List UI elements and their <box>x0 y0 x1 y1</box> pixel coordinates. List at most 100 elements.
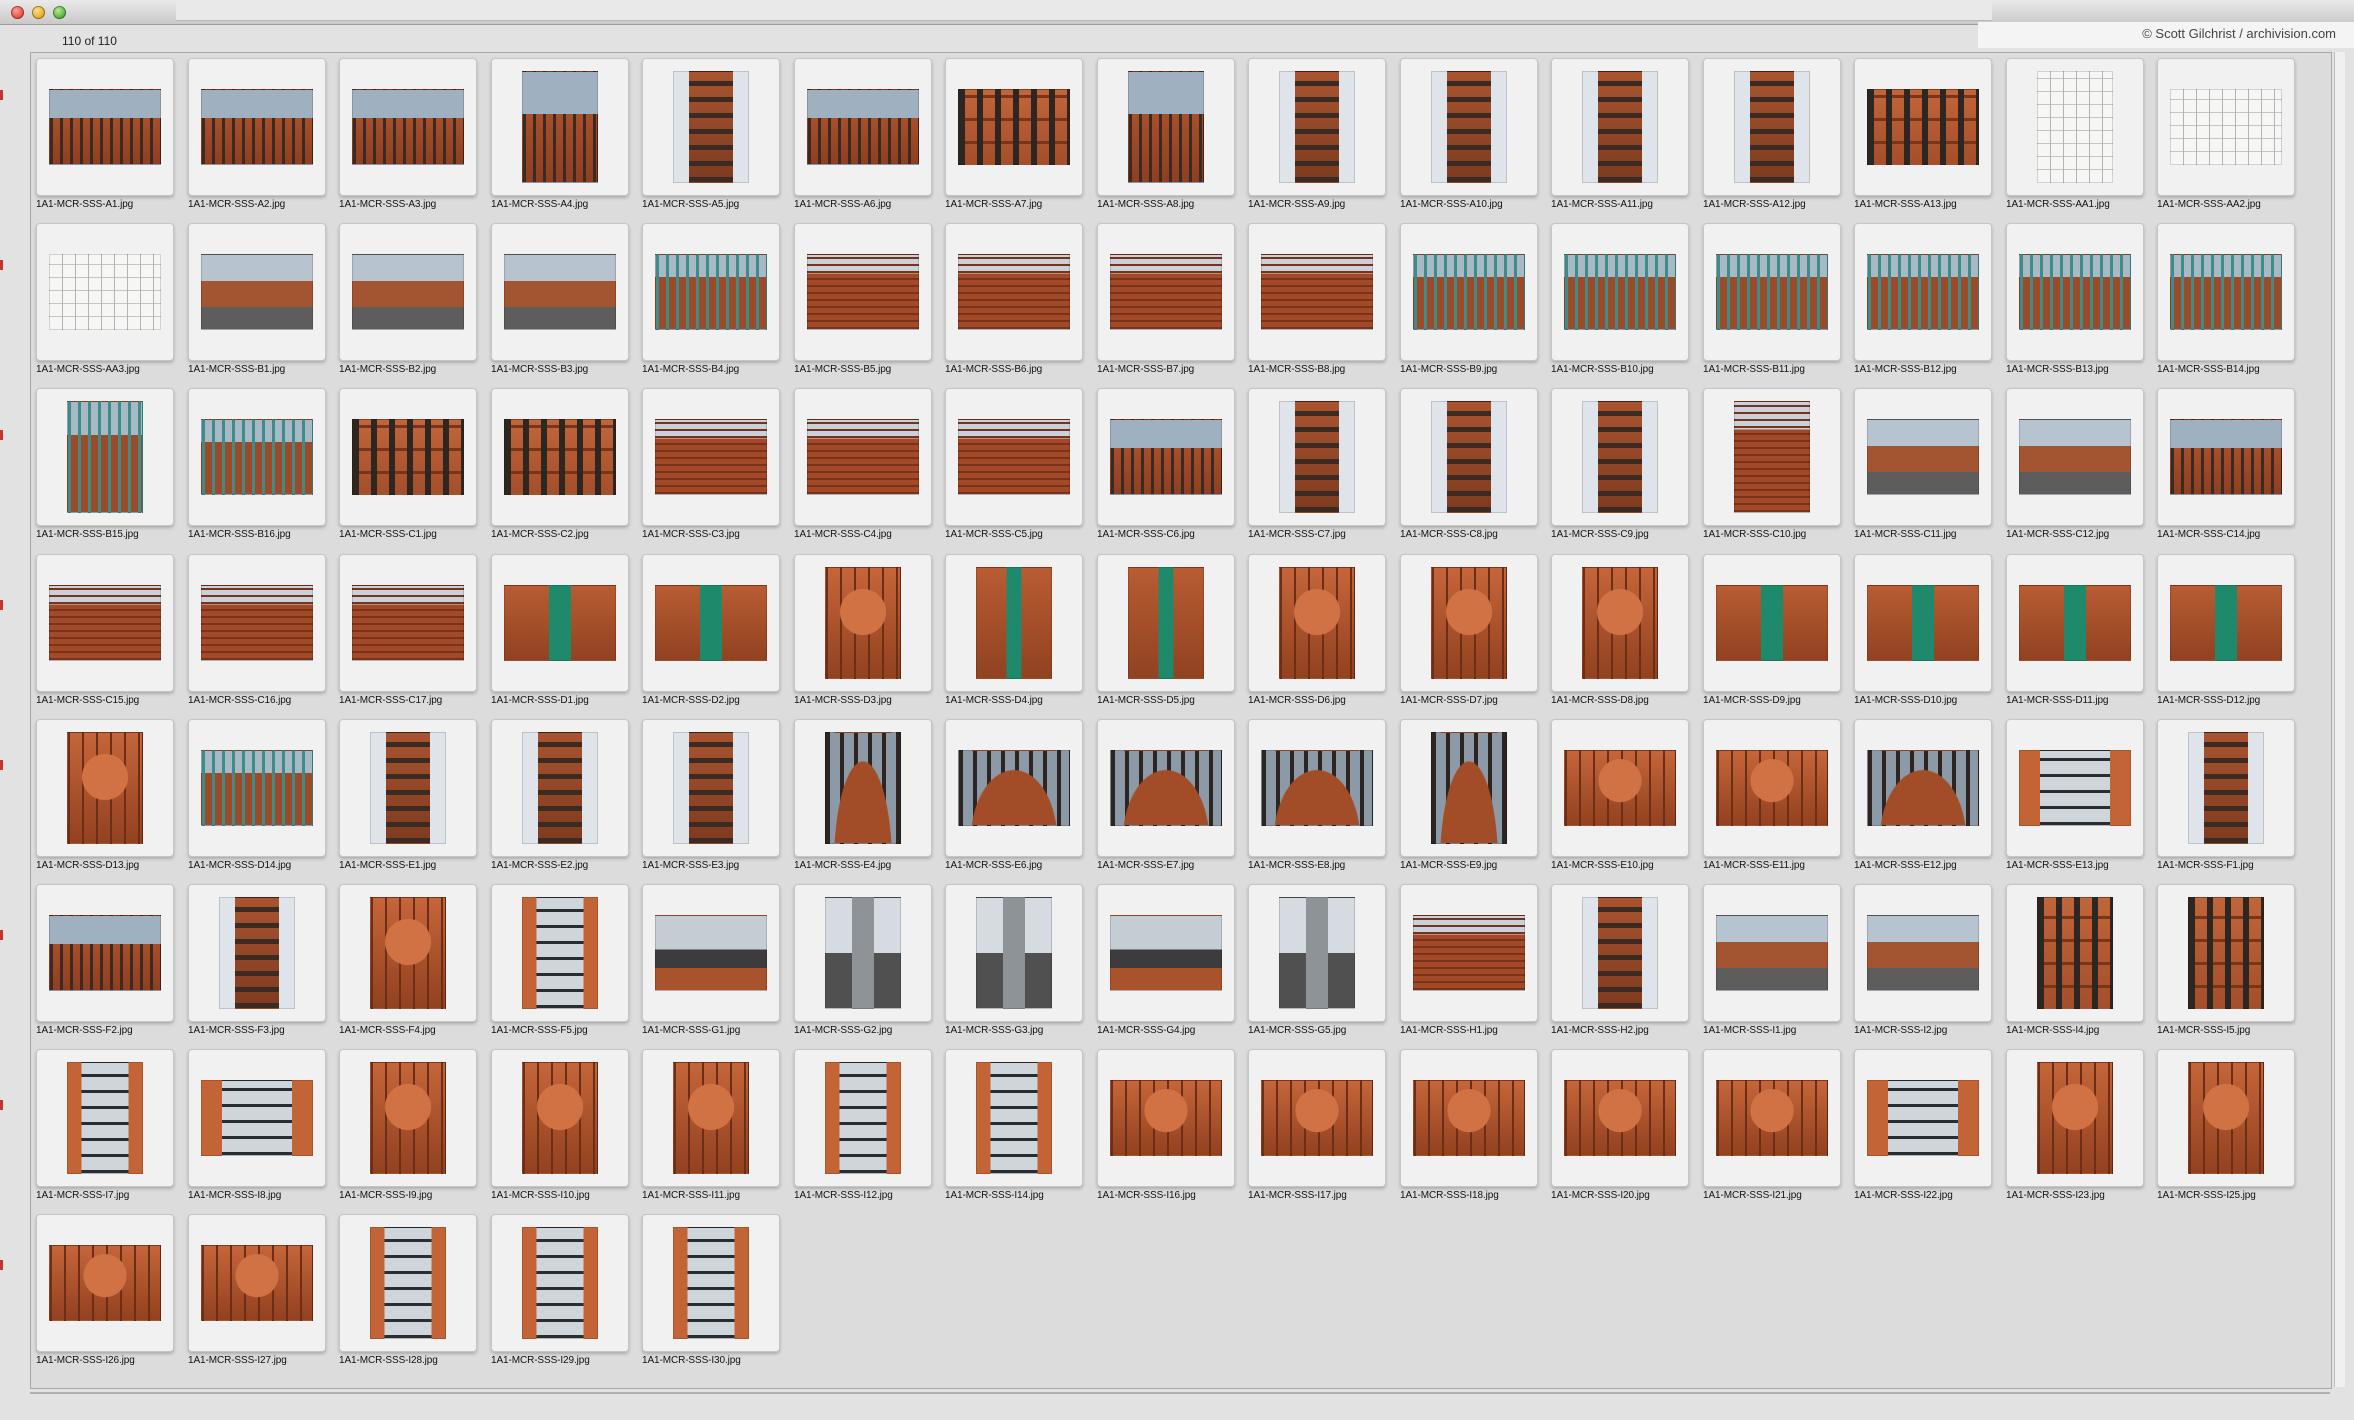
thumbnail-card[interactable] <box>2006 223 2144 361</box>
thumbnail-image[interactable] <box>1413 915 1525 991</box>
thumbnail-card[interactable] <box>36 58 174 196</box>
thumbnail-image[interactable] <box>522 1062 598 1174</box>
thumbnail-card[interactable] <box>1551 223 1689 361</box>
thumbnail-item[interactable]: 1A1-MCR-SSS-C10.jpg <box>1703 388 1843 550</box>
thumbnail-item[interactable]: 1A1-MCR-SSS-D4.jpg <box>945 554 1085 716</box>
thumbnail-card[interactable] <box>339 884 477 1022</box>
thumbnail-image[interactable] <box>655 915 767 991</box>
thumbnail-image[interactable] <box>1564 1080 1676 1156</box>
thumbnail-card[interactable] <box>339 719 477 857</box>
thumbnail-image[interactable] <box>2188 897 2264 1009</box>
thumbnail-image[interactable] <box>219 897 295 1009</box>
thumbnail-item[interactable]: 1A1-MCR-SSS-B16.jpg <box>188 388 328 550</box>
thumbnail-image[interactable] <box>825 897 901 1009</box>
thumbnail-image[interactable] <box>201 750 313 826</box>
thumbnail-item[interactable]: 1A1-MCR-SSS-C9.jpg <box>1551 388 1691 550</box>
thumbnail-card[interactable] <box>945 1049 1083 1187</box>
thumbnail-image[interactable] <box>370 732 446 844</box>
thumbnail-item[interactable]: 1A1-MCR-SSS-I18.jpg <box>1400 1049 1540 1211</box>
thumbnail-item[interactable]: 1A1-MCR-SSS-D7.jpg <box>1400 554 1540 716</box>
thumbnail-image[interactable] <box>1582 401 1658 513</box>
thumbnail-card[interactable] <box>1248 884 1386 1022</box>
thumbnail-image[interactable] <box>1564 750 1676 826</box>
thumbnail-image[interactable] <box>1279 71 1355 183</box>
thumbnail-card[interactable] <box>1400 554 1538 692</box>
thumbnail-item[interactable]: 1A1-MCR-SSS-I2.jpg <box>1854 884 1994 1046</box>
thumbnail-card[interactable] <box>1097 58 1235 196</box>
thumbnail-item[interactable]: 1A1-MCR-SSS-E12.jpg <box>1854 719 1994 881</box>
thumbnail-card[interactable] <box>2157 719 2295 857</box>
thumbnail-card[interactable] <box>339 1049 477 1187</box>
thumbnail-image[interactable] <box>504 254 616 330</box>
thumbnail-image[interactable] <box>1716 1080 1828 1156</box>
thumbnail-card[interactable] <box>1248 58 1386 196</box>
thumbnail-item[interactable]: 1A1-MCR-SSS-D6.jpg <box>1248 554 1388 716</box>
thumbnail-card[interactable] <box>1854 388 1992 526</box>
thumbnail-item[interactable]: 1A1-MCR-SSS-A11.jpg <box>1551 58 1691 220</box>
thumbnail-image[interactable] <box>1128 567 1204 679</box>
thumbnail-card[interactable] <box>1551 884 1689 1022</box>
thumbnail-item[interactable]: 1A1-MCR-SSS-I20.jpg <box>1551 1049 1691 1211</box>
thumbnail-image[interactable] <box>2019 254 2131 330</box>
thumbnail-card[interactable] <box>1400 1049 1538 1187</box>
thumbnail-item[interactable]: 1A1-MCR-SSS-C6.jpg <box>1097 388 1237 550</box>
thumbnail-image[interactable] <box>352 419 464 495</box>
thumbnail-image[interactable] <box>958 750 1070 826</box>
thumbnail-item[interactable]: 1A1-MCR-SSS-F5.jpg <box>491 884 631 1046</box>
thumbnail-card[interactable] <box>491 884 629 1022</box>
thumbnail-card[interactable] <box>1703 1049 1841 1187</box>
thumbnail-image[interactable] <box>1279 401 1355 513</box>
thumbnail-card[interactable] <box>1703 719 1841 857</box>
thumbnail-image[interactable] <box>2188 1062 2264 1174</box>
thumbnail-item[interactable]: 1A1-MCR-SSS-G4.jpg <box>1097 884 1237 1046</box>
thumbnail-item[interactable]: 1A1-MCR-SSS-I4.jpg <box>2006 884 2146 1046</box>
thumbnail-card[interactable] <box>1551 388 1689 526</box>
thumbnail-card[interactable] <box>2006 884 2144 1022</box>
thumbnail-item[interactable]: 1A1-MCR-SSS-I14.jpg <box>945 1049 1085 1211</box>
thumbnail-image[interactable] <box>1279 897 1355 1009</box>
thumbnail-item[interactable]: 1A1-MCR-SSS-D2.jpg <box>642 554 782 716</box>
thumbnail-item[interactable]: 1A1-MCR-SSS-C15.jpg <box>36 554 176 716</box>
thumbnail-image[interactable] <box>673 732 749 844</box>
thumbnail-item[interactable]: 1A1-MCR-SSS-B15.jpg <box>36 388 176 550</box>
thumbnail-card[interactable] <box>1248 1049 1386 1187</box>
thumbnail-card[interactable] <box>188 884 326 1022</box>
thumbnail-card[interactable] <box>36 719 174 857</box>
thumbnail-item[interactable]: 1A1-MCR-SSS-C17.jpg <box>339 554 479 716</box>
vertical-scrollbar[interactable] <box>2334 52 2345 1387</box>
thumbnail-image[interactable] <box>49 915 161 991</box>
thumbnail-item[interactable]: 1A1-MCR-SSS-B14.jpg <box>2157 223 2297 385</box>
thumbnail-image[interactable] <box>49 89 161 165</box>
minimize-window-button[interactable] <box>32 6 45 19</box>
thumbnail-item[interactable]: 1A1-MCR-SSS-E10.jpg <box>1551 719 1691 881</box>
thumbnail-card[interactable] <box>1400 223 1538 361</box>
thumbnail-card[interactable] <box>1551 719 1689 857</box>
thumbnail-item[interactable]: 1A1-MCR-SSS-I7.jpg <box>36 1049 176 1211</box>
thumbnail-card[interactable] <box>2006 388 2144 526</box>
thumbnail-card[interactable] <box>1551 58 1689 196</box>
thumbnail-item[interactable]: 1A1-MCR-SSS-C7.jpg <box>1248 388 1388 550</box>
thumbnail-item[interactable]: 1A1-MCR-SSS-B4.jpg <box>642 223 782 385</box>
thumbnail-item[interactable]: 1A1-MCR-SSS-B5.jpg <box>794 223 934 385</box>
thumbnail-item[interactable]: 1A1-MCR-SSS-F1.jpg <box>2157 719 2297 881</box>
thumbnail-card[interactable] <box>2157 388 2295 526</box>
thumbnail-image[interactable] <box>370 897 446 1009</box>
thumbnail-image[interactable] <box>825 1062 901 1174</box>
thumbnail-image[interactable] <box>1431 401 1507 513</box>
thumbnail-item[interactable]: 1A1-MCR-SSS-C8.jpg <box>1400 388 1540 550</box>
thumbnail-image[interactable] <box>522 732 598 844</box>
thumbnail-card[interactable] <box>1400 719 1538 857</box>
thumbnail-item[interactable]: 1A1-MCR-SSS-B7.jpg <box>1097 223 1237 385</box>
thumbnail-card[interactable] <box>188 223 326 361</box>
thumbnail-item[interactable]: 1A1-MCR-SSS-I5.jpg <box>2157 884 2297 1046</box>
thumbnail-item[interactable]: 1A1-MCR-SSS-H1.jpg <box>1400 884 1540 1046</box>
thumbnail-image[interactable] <box>958 89 1070 165</box>
thumbnail-item[interactable]: 1A1-MCR-SSS-D13.jpg <box>36 719 176 881</box>
thumbnail-image[interactable] <box>1716 585 1828 661</box>
thumbnail-item[interactable]: 1A1-MCR-SSS-B3.jpg <box>491 223 631 385</box>
thumbnail-image[interactable] <box>1431 732 1507 844</box>
thumbnail-image[interactable] <box>807 254 919 330</box>
thumbnail-image[interactable] <box>201 1080 313 1156</box>
thumbnail-card[interactable] <box>491 58 629 196</box>
thumbnail-card[interactable] <box>642 223 780 361</box>
